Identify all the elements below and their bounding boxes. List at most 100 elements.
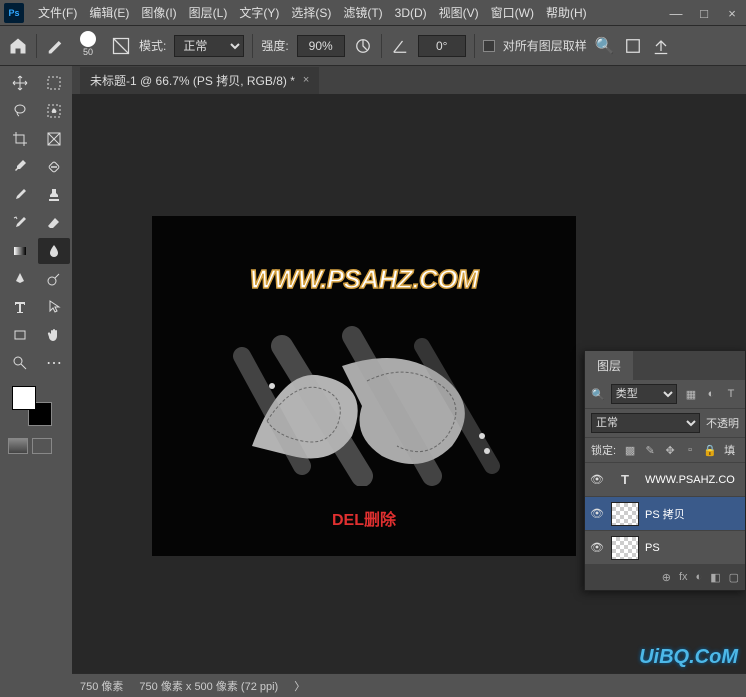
- color-swatches[interactable]: [12, 386, 52, 426]
- share-icon[interactable]: [651, 36, 671, 56]
- menu-view[interactable]: 视图(V): [433, 4, 485, 21]
- link-layers-icon[interactable]: ⊕: [662, 571, 671, 584]
- history-brush-tool[interactable]: [4, 210, 36, 236]
- visibility-toggle[interactable]: 👁: [589, 473, 605, 486]
- menu-help[interactable]: 帮助(H): [540, 4, 593, 21]
- menu-filter[interactable]: 滤镜(T): [337, 4, 388, 21]
- uibq-watermark: UiBQ.CoM: [639, 646, 738, 669]
- home-icon[interactable]: [8, 36, 28, 56]
- brush-tool[interactable]: [4, 182, 36, 208]
- layers-panel: 图层 🔍 类型 ▦ ◐ T 正常 不透明 锁定: ▩ ✎ ✥ ▫ 🔒 填 👁 T…: [584, 350, 746, 591]
- eraser-tool[interactable]: [38, 210, 70, 236]
- healing-tool[interactable]: [38, 154, 70, 180]
- status-zoom[interactable]: 750 像素: [80, 678, 123, 694]
- options-bar: 50 模式: 正常 强度: 对所有图层取样 🔍: [0, 26, 746, 66]
- lock-position-icon[interactable]: ✥: [662, 442, 678, 458]
- filter-pixel-icon[interactable]: ▦: [683, 386, 699, 402]
- menu-file[interactable]: 文件(F): [32, 4, 83, 21]
- filter-type-icon[interactable]: T: [723, 386, 739, 402]
- dodge-tool[interactable]: [38, 266, 70, 292]
- sample-all-checkbox[interactable]: [483, 40, 495, 52]
- hand-tool[interactable]: [38, 322, 70, 348]
- menu-select[interactable]: 选择(S): [285, 4, 337, 21]
- minimize-button[interactable]: —: [662, 0, 690, 26]
- menu-layer[interactable]: 图层(L): [183, 4, 234, 21]
- close-button[interactable]: ×: [718, 0, 746, 26]
- quick-mask-icons: [4, 438, 68, 454]
- layer-type-icon: T: [611, 468, 639, 492]
- brush-panel-icon[interactable]: [111, 36, 131, 56]
- zoom-tool[interactable]: [4, 350, 36, 376]
- tool-preset-icon[interactable]: [45, 36, 65, 56]
- angle-icon[interactable]: [390, 36, 410, 56]
- layer-mask-icon[interactable]: ◐: [696, 571, 703, 584]
- standard-mode-icon[interactable]: [8, 438, 28, 454]
- window-controls: — □ ×: [662, 0, 746, 26]
- brush-preview[interactable]: 50: [73, 31, 103, 61]
- stamp-tool[interactable]: [38, 182, 70, 208]
- layer-name[interactable]: PS: [645, 542, 660, 554]
- menu-window[interactable]: 窗口(W): [485, 4, 540, 21]
- menu-3d[interactable]: 3D(D): [389, 6, 433, 20]
- strength-input[interactable]: [297, 35, 345, 57]
- new-layer-icon[interactable]: ▢: [729, 571, 739, 584]
- document-tab[interactable]: 未标题-1 @ 66.7% (PS 拷贝, RGB/8) * ×: [80, 67, 319, 94]
- layer-filter-select[interactable]: 类型: [611, 384, 677, 404]
- pen-tool[interactable]: [4, 266, 36, 292]
- tab-layers[interactable]: 图层: [585, 351, 633, 380]
- layer-list: 👁 T WWW.PSAHZ.CO 👁 PS 拷贝 👁 PS: [585, 463, 745, 565]
- document-canvas[interactable]: WWW.PSAHZ.COM DEL删除: [152, 216, 576, 556]
- filter-adjust-icon[interactable]: ◐: [703, 386, 719, 402]
- menu-edit[interactable]: 编辑(E): [83, 4, 135, 21]
- quick-mask-icon[interactable]: [32, 438, 52, 454]
- brush-artwork: [222, 326, 512, 486]
- rectangle-tool[interactable]: [4, 322, 36, 348]
- path-select-tool[interactable]: [38, 294, 70, 320]
- status-dimensions[interactable]: 750 像素 x 500 像素 (72 ppi): [139, 678, 278, 694]
- layer-item[interactable]: 👁 T WWW.PSAHZ.CO: [585, 463, 745, 497]
- eyedropper-tool[interactable]: [4, 154, 36, 180]
- frame-icon[interactable]: [623, 36, 643, 56]
- panel-tab-bar: 图层: [585, 351, 745, 380]
- blur-tool[interactable]: [38, 238, 70, 264]
- divider: [381, 34, 382, 58]
- lock-artboard-icon[interactable]: ▫: [682, 442, 698, 458]
- layer-fx-icon[interactable]: fx: [679, 571, 688, 584]
- status-chevron-icon[interactable]: 〉: [294, 678, 305, 694]
- maximize-button[interactable]: □: [690, 0, 718, 26]
- pressure-icon[interactable]: [353, 36, 373, 56]
- search-icon[interactable]: 🔍: [591, 388, 605, 401]
- lock-transparency-icon[interactable]: ▩: [622, 442, 638, 458]
- layer-item[interactable]: 👁 PS 拷贝: [585, 497, 745, 531]
- visibility-toggle[interactable]: 👁: [589, 541, 605, 554]
- layer-thumbnail: [611, 536, 639, 560]
- menu-type[interactable]: 文字(Y): [233, 4, 285, 21]
- layer-item[interactable]: 👁 PS: [585, 531, 745, 565]
- quick-select-tool[interactable]: [38, 98, 70, 124]
- layer-name[interactable]: PS 拷贝: [645, 506, 685, 522]
- layer-name[interactable]: WWW.PSAHZ.CO: [645, 474, 735, 486]
- del-annotation: DEL删除: [152, 506, 576, 530]
- edit-toolbar[interactable]: ⋯: [38, 350, 70, 376]
- lock-all-icon[interactable]: 🔒: [702, 442, 718, 458]
- frame-tool[interactable]: [38, 126, 70, 152]
- lock-paint-icon[interactable]: ✎: [642, 442, 658, 458]
- divider: [252, 34, 253, 58]
- type-tool[interactable]: [4, 294, 36, 320]
- crop-tool[interactable]: [4, 126, 36, 152]
- gradient-tool[interactable]: [4, 238, 36, 264]
- new-group-icon[interactable]: ◧: [710, 571, 720, 584]
- tab-close-icon[interactable]: ×: [303, 74, 309, 86]
- toolbox: ⋯: [0, 66, 72, 458]
- foreground-color[interactable]: [12, 386, 36, 410]
- visibility-toggle[interactable]: 👁: [589, 507, 605, 520]
- lasso-tool[interactable]: [4, 98, 36, 124]
- move-tool[interactable]: [4, 70, 36, 96]
- search-icon[interactable]: 🔍: [595, 36, 615, 56]
- marquee-tool[interactable]: [38, 70, 70, 96]
- mode-select[interactable]: 正常: [174, 35, 244, 57]
- angle-input[interactable]: [418, 35, 466, 57]
- blend-mode-select[interactable]: 正常: [591, 413, 700, 433]
- fill-label: 填: [724, 442, 735, 458]
- menu-image[interactable]: 图像(I): [135, 4, 182, 21]
